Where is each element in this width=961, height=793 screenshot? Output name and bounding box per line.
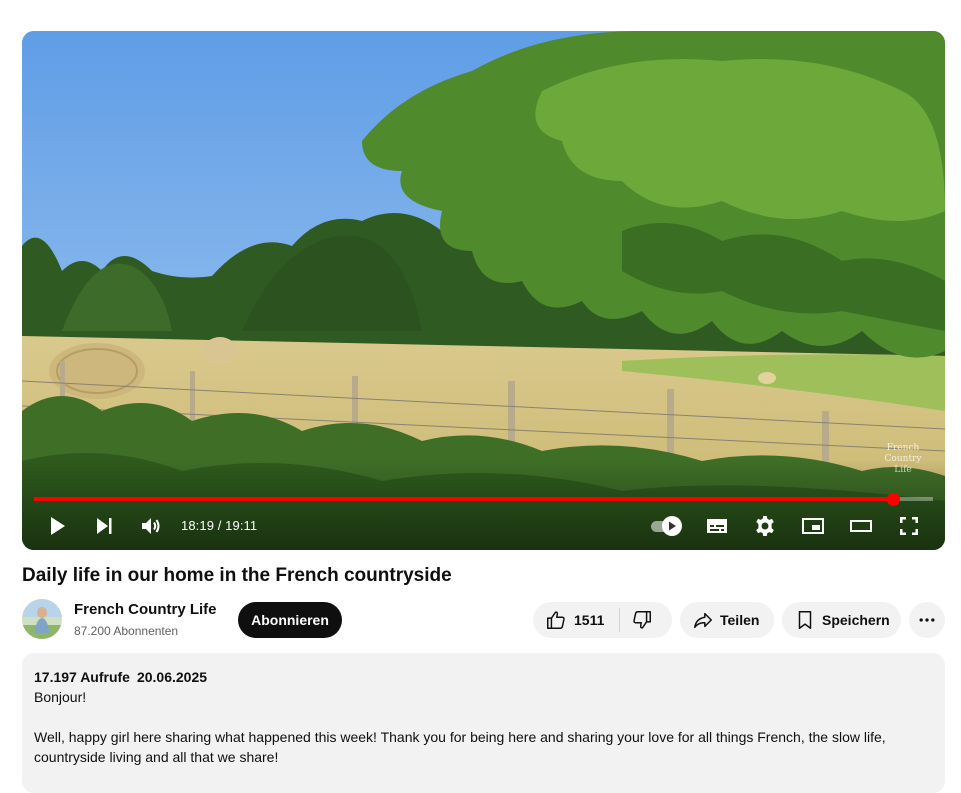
like-button[interactable]: 1511 — [533, 602, 607, 638]
channel-avatar[interactable] — [22, 599, 62, 639]
upload-date: 20.06.2025 — [136, 669, 208, 685]
share-button[interactable]: Teilen — [680, 602, 774, 638]
miniplayer-button[interactable] — [795, 508, 831, 544]
description-box[interactable]: 17.197 Aufrufe 20.06.2025 Bonjour! Well,… — [22, 653, 945, 793]
video-title: Daily life in our home in the French cou… — [22, 565, 452, 586]
next-button[interactable] — [86, 508, 122, 544]
progress-played — [34, 497, 893, 501]
theater-icon — [850, 520, 872, 532]
description-line: countryside living and all that we share… — [34, 749, 279, 765]
fullscreen-button[interactable] — [891, 508, 927, 544]
description-line: Bonjour! — [34, 689, 87, 705]
subtitles-icon — [707, 519, 727, 533]
theater-button[interactable] — [843, 508, 879, 544]
thumbs-up-icon — [547, 611, 565, 629]
volume-button[interactable] — [133, 508, 169, 544]
settings-button[interactable] — [747, 508, 783, 544]
thumbs-down-icon — [633, 611, 651, 629]
share-icon — [694, 612, 712, 629]
like-count: 1511 — [574, 612, 605, 628]
scrubber-handle[interactable] — [886, 493, 900, 506]
bookmark-icon — [798, 611, 812, 629]
avatar-image — [22, 599, 62, 639]
autoplay-knob — [662, 516, 682, 536]
subscriber-count: 87.200 Abonnenten — [74, 624, 179, 638]
more-actions-button[interactable] — [909, 602, 945, 638]
video-player[interactable]: French Country Life 18:19 / 19:11 — [22, 31, 945, 550]
view-count: 17.197 Aufrufe — [34, 669, 130, 685]
play-icon — [51, 517, 65, 535]
save-button[interactable]: Speichern — [782, 602, 901, 638]
next-icon — [97, 518, 112, 534]
autoplay-toggle[interactable] — [649, 516, 685, 536]
gear-icon — [756, 516, 774, 536]
description-line: Well, happy girl here sharing what happe… — [34, 729, 886, 745]
subscribe-button[interactable]: Abonnieren — [238, 602, 342, 638]
video-meta: 17.197 Aufrufe 20.06.2025 — [34, 667, 933, 687]
more-horizontal-icon — [919, 618, 935, 622]
share-label: Teilen — [720, 612, 760, 628]
time-display: 18:19 / 19:11 — [181, 518, 258, 533]
subtitles-button[interactable] — [699, 508, 735, 544]
miniplayer-icon — [802, 518, 824, 534]
autoplay-play-icon — [669, 521, 676, 531]
player-controls: 18:19 / 19:11 — [22, 508, 945, 544]
volume-icon — [142, 518, 160, 534]
like-dislike-group: 1511 — [533, 602, 672, 638]
fullscreen-icon — [900, 517, 918, 535]
channel-name[interactable]: French Country Life — [74, 601, 217, 618]
save-label: Speichern — [822, 612, 890, 628]
progress-bar[interactable] — [34, 493, 933, 506]
dislike-button[interactable] — [620, 602, 664, 638]
play-button[interactable] — [39, 508, 75, 544]
